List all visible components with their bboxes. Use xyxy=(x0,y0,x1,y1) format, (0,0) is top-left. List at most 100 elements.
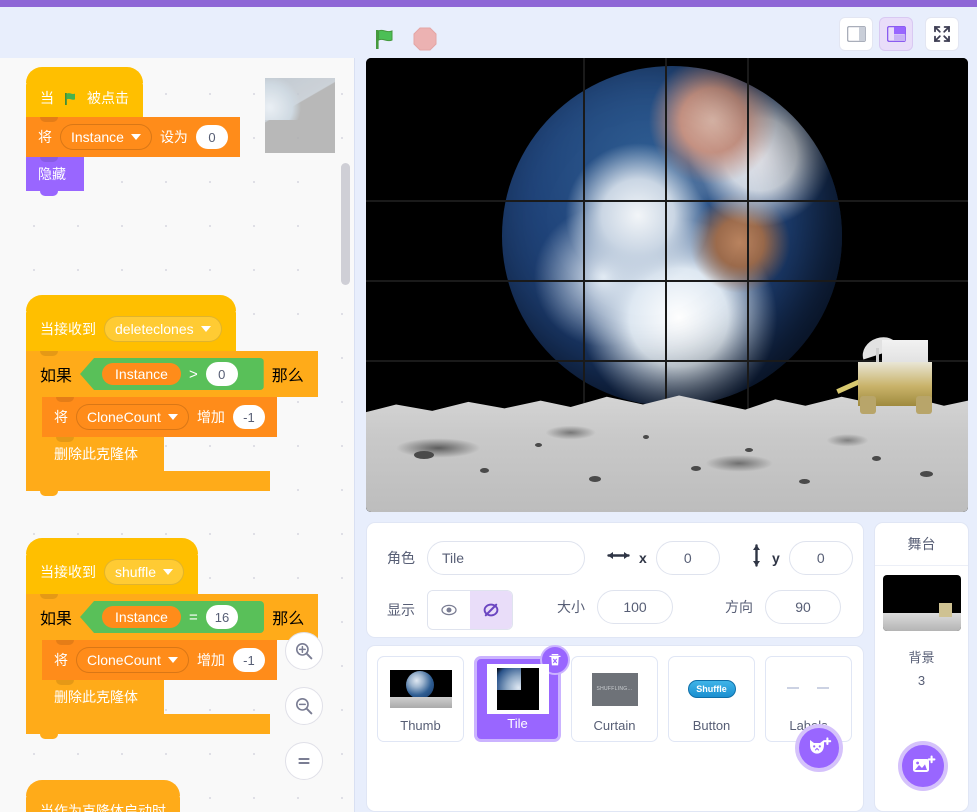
stop-sign-icon[interactable] xyxy=(410,24,440,54)
hat-suffix-label: 被点击 xyxy=(87,90,129,106)
sprite-x-row: x 0 xyxy=(607,541,720,575)
block-if-then[interactable]: 如果 Instance > 0 那么 将 CloneCount 增加 -1 删除… xyxy=(26,351,318,496)
sprite-card-button[interactable]: Shuffle Button xyxy=(668,656,755,742)
block-notch xyxy=(56,640,74,645)
small-stage-layout-icon[interactable] xyxy=(839,17,873,51)
block-if-then[interactable]: 如果 Instance = 16 那么 将 CloneCount 增加 -1 删… xyxy=(26,594,319,739)
variable-name: Instance xyxy=(71,129,124,145)
block-notch xyxy=(56,680,74,685)
set-label-before: 将 xyxy=(38,129,52,145)
hat-when-flag-clicked[interactable]: 当 被点击 xyxy=(26,67,143,117)
rover-wheel xyxy=(860,396,876,414)
large-stage-layout-icon[interactable] xyxy=(879,17,913,51)
fullscreen-icon[interactable] xyxy=(925,17,959,51)
hat-when-receive-deleteclones[interactable]: 当接收到 deleteclones xyxy=(26,295,236,351)
direction-label: 方向 xyxy=(725,599,753,615)
sprite-name-input[interactable]: Tile xyxy=(427,541,585,575)
block-delete-this-clone[interactable]: 删除此克隆体 xyxy=(42,680,164,719)
x-arrow-icon xyxy=(607,549,630,567)
message-name: deleteclones xyxy=(115,321,194,337)
zoom-reset-icon[interactable] xyxy=(285,742,323,780)
hat-when-start-as-clone[interactable]: 当作为克隆体启动时 xyxy=(26,780,180,812)
block-change-variable[interactable]: 将 CloneCount 增加 -1 xyxy=(42,397,277,442)
script-green-flag[interactable]: 当 被点击 将 Instance 设为 0 隐藏 xyxy=(26,67,240,196)
message-dropdown-shuffle[interactable]: shuffle xyxy=(104,559,184,585)
change-label-after: 增加 xyxy=(196,409,225,425)
green-flag-icon xyxy=(62,90,79,107)
variable-name: CloneCount xyxy=(87,652,161,668)
block-delete-this-clone[interactable]: 删除此克隆体 xyxy=(42,437,164,476)
workspace-scrollbar[interactable] xyxy=(341,163,350,285)
eye-icon[interactable] xyxy=(428,591,470,629)
block-change-variable[interactable]: 将 CloneCount 增加 -1 xyxy=(42,640,277,685)
stage[interactable] xyxy=(366,58,968,512)
message-dropdown-deleteclones[interactable]: deleteclones xyxy=(104,316,222,342)
eye-slash-icon[interactable] xyxy=(470,591,512,629)
x-input[interactable]: 0 xyxy=(655,541,720,575)
sprite-y-row: y 0 xyxy=(750,541,853,575)
sprite-card-thumb[interactable]: Thumb xyxy=(377,656,464,742)
block-hide[interactable]: 隐藏 xyxy=(26,157,84,196)
earth-sprite[interactable] xyxy=(502,66,842,406)
direction-input[interactable]: 90 xyxy=(765,590,841,624)
if-footer xyxy=(26,471,270,496)
hat-prefix-label: 当接收到 xyxy=(40,564,96,580)
operator-right-input[interactable]: 0 xyxy=(205,362,238,386)
chevron-down-icon xyxy=(167,414,178,420)
block-notch xyxy=(40,351,58,356)
stage-title: 舞台 xyxy=(875,523,968,566)
tile-grid-line-h2 xyxy=(366,280,968,282)
chevron-down-icon xyxy=(163,569,173,575)
size-input[interactable]: 100 xyxy=(597,590,673,624)
delete-clone-label: 删除此克隆体 xyxy=(54,689,138,705)
set-value-input[interactable]: 0 xyxy=(195,125,228,149)
button-thumb-text: Shuffle xyxy=(696,684,727,694)
block-notch xyxy=(56,437,74,442)
sprite-label: Curtain xyxy=(593,718,636,733)
script-when-clone-start[interactable]: 当作为克隆体启动时 将 CloneCount 增加 1 xyxy=(26,780,261,812)
block-set-variable[interactable]: 将 Instance 设为 0 xyxy=(26,117,240,162)
zoom-out-icon[interactable] xyxy=(285,687,323,725)
if-label: 如果 xyxy=(40,611,73,628)
variable-dropdown-instance[interactable]: Instance xyxy=(60,124,152,150)
if-footer xyxy=(26,714,270,739)
moon-rock xyxy=(588,476,601,483)
moon-rock xyxy=(534,442,542,447)
variable-reporter-instance[interactable]: Instance xyxy=(102,363,181,385)
add-backdrop-image-icon[interactable] xyxy=(898,741,948,791)
change-value-input[interactable]: -1 xyxy=(232,648,265,672)
operator-right-input[interactable]: 16 xyxy=(205,605,239,629)
code-workspace[interactable]: 当 被点击 将 Instance 设为 0 隐藏 当接收到 deleteclon… xyxy=(0,58,355,812)
sprite-list-panel: Thumb Tile SHUFFLING... Curtain Shuffle … xyxy=(366,645,864,812)
moon-rock xyxy=(919,471,933,478)
then-label: 那么 xyxy=(271,368,304,385)
script-deleteclones[interactable]: 当接收到 deleteclones 如果 Instance > 0 那么 将 C… xyxy=(26,295,318,496)
sprite-card-curtain[interactable]: SHUFFLING... Curtain xyxy=(571,656,658,742)
sprite-card-tile[interactable]: Tile xyxy=(474,645,570,742)
stage-size-controls xyxy=(839,17,959,51)
set-label-after: 设为 xyxy=(159,129,188,145)
hat-when-receive-shuffle[interactable]: 当接收到 shuffle xyxy=(26,538,198,594)
change-value-input[interactable]: -1 xyxy=(232,405,265,429)
if-label: 如果 xyxy=(40,368,73,385)
operator-equals[interactable]: Instance = 16 xyxy=(80,601,265,633)
labels-thumb xyxy=(776,662,842,716)
stage-backdrop-thumb xyxy=(882,575,961,631)
variable-reporter-instance[interactable]: Instance xyxy=(102,606,181,628)
if-header[interactable]: 如果 Instance = 16 那么 xyxy=(26,594,319,640)
script-shuffle[interactable]: 当接收到 shuffle 如果 Instance = 16 那么 将 Clone… xyxy=(26,538,319,739)
variable-dropdown-clonecount[interactable]: CloneCount xyxy=(76,647,189,673)
stage-selector-panel[interactable]: 舞台 背景 3 xyxy=(874,522,969,812)
green-flag-icon[interactable] xyxy=(370,24,400,54)
variable-dropdown-clonecount[interactable]: CloneCount xyxy=(76,404,189,430)
button-thumb: Shuffle xyxy=(679,662,745,716)
c-block-arm xyxy=(26,397,42,471)
operator-greater-than[interactable]: Instance > 0 xyxy=(80,358,264,390)
add-sprite-cat-icon[interactable] xyxy=(795,724,843,772)
rover-wheel xyxy=(916,396,932,414)
y-input[interactable]: 0 xyxy=(788,541,853,575)
zoom-in-icon[interactable] xyxy=(285,632,323,670)
if-header[interactable]: 如果 Instance > 0 那么 xyxy=(26,351,318,397)
menu-bar xyxy=(0,0,977,7)
hat-prefix-label: 当接收到 xyxy=(40,321,96,337)
